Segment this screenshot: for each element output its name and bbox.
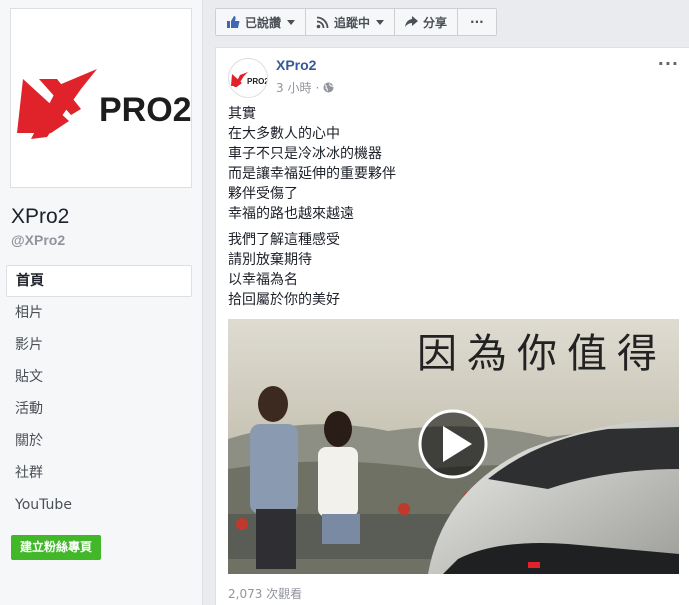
chevron-down-icon bbox=[287, 19, 296, 25]
post-line: 幸福的路也越來越遠 bbox=[228, 206, 354, 222]
post-line: 以幸福為名 bbox=[228, 272, 298, 288]
page-nav: 首頁 相片 影片 貼文 活動 關於 社群 YouTube bbox=[6, 265, 192, 521]
post-paragraph-2: 我們了解這種感受 請別放棄期待 以幸福為名 拾回屬於你的美好 bbox=[228, 230, 396, 310]
post-card: PRO2 XPro2 3 小時 · ··· 其實 在大多數人的心中 車子不只是冷… bbox=[215, 47, 689, 605]
share-label: 分享 bbox=[423, 15, 448, 30]
following-button[interactable]: 追蹤中 bbox=[305, 8, 396, 36]
nav-item-videos[interactable]: 影片 bbox=[6, 329, 192, 361]
page-handle[interactable]: @XPro2 bbox=[11, 232, 65, 248]
nav-item-about[interactable]: 關於 bbox=[6, 425, 192, 457]
meta-separator: · bbox=[315, 80, 320, 95]
following-label: 追蹤中 bbox=[334, 15, 371, 30]
chevron-down-icon bbox=[376, 19, 385, 25]
nav-item-home[interactable]: 首頁 bbox=[6, 265, 192, 297]
xpro2-logo: PRO2 bbox=[17, 69, 192, 139]
profile-picture[interactable]: PRO2 bbox=[10, 8, 192, 188]
post-options-icon[interactable]: ··· bbox=[658, 54, 679, 73]
liked-label: 已說讚 bbox=[245, 15, 282, 30]
post-message: 其實 在大多數人的心中 車子不只是冷冰冰的機器 而是讓幸福延伸的重要夥伴 夥伴受… bbox=[228, 104, 396, 316]
nav-item-events[interactable]: 活動 bbox=[6, 393, 192, 425]
post-line: 拾回屬於你的美好 bbox=[228, 292, 340, 308]
rss-icon bbox=[316, 16, 329, 28]
nav-item-photos[interactable]: 相片 bbox=[6, 297, 192, 329]
svg-text:PRO2: PRO2 bbox=[99, 91, 191, 129]
page-action-bar: 已說讚 追蹤中 分享 ··· bbox=[215, 8, 497, 36]
post-line: 而是讓幸福延伸的重要夥伴 bbox=[228, 166, 396, 182]
xpro2-logo-small: PRO2 bbox=[231, 72, 267, 87]
post-author-name[interactable]: XPro2 bbox=[276, 57, 316, 73]
post-author-avatar[interactable]: PRO2 bbox=[228, 58, 268, 98]
nav-item-community[interactable]: 社群 bbox=[6, 457, 192, 489]
view-count: 2,073 次觀看 bbox=[228, 587, 303, 601]
thumbs-up-icon bbox=[227, 16, 240, 28]
share-button[interactable]: 分享 bbox=[394, 8, 459, 36]
post-line: 其實 bbox=[228, 106, 256, 122]
svg-text:PRO2: PRO2 bbox=[247, 77, 267, 86]
more-options-button[interactable]: ··· bbox=[457, 8, 497, 36]
post-timestamp[interactable]: 3 小時 bbox=[276, 79, 311, 96]
page-name[interactable]: XPro2 bbox=[11, 205, 69, 229]
share-arrow-icon bbox=[405, 16, 419, 27]
nav-item-posts[interactable]: 貼文 bbox=[6, 361, 192, 393]
page-sidebar: PRO2 XPro2 @XPro2 首頁 相片 影片 貼文 活動 關於 社群 Y… bbox=[0, 0, 203, 605]
post-line: 我們了解這種感受 bbox=[228, 232, 340, 248]
globe-icon[interactable] bbox=[323, 82, 334, 93]
create-page-button[interactable]: 建立粉絲專頁 bbox=[11, 535, 102, 560]
nav-item-youtube[interactable]: YouTube bbox=[6, 489, 192, 521]
post-paragraph-1: 其實 在大多數人的心中 車子不只是冷冰冰的機器 而是讓幸福延伸的重要夥伴 夥伴受… bbox=[228, 104, 396, 224]
video-caption: 因為你值得 bbox=[417, 331, 667, 377]
post-line: 在大多數人的心中 bbox=[228, 126, 340, 142]
post-line: 夥伴受傷了 bbox=[228, 186, 298, 202]
video-player[interactable]: 因為你值得 bbox=[228, 319, 679, 574]
liked-button[interactable]: 已說讚 bbox=[215, 8, 307, 36]
post-meta: 3 小時 · bbox=[276, 79, 334, 96]
post-line: 車子不只是冷冰冰的機器 bbox=[228, 146, 382, 162]
post-line: 請別放棄期待 bbox=[228, 252, 312, 268]
more-icon: ··· bbox=[470, 15, 484, 29]
